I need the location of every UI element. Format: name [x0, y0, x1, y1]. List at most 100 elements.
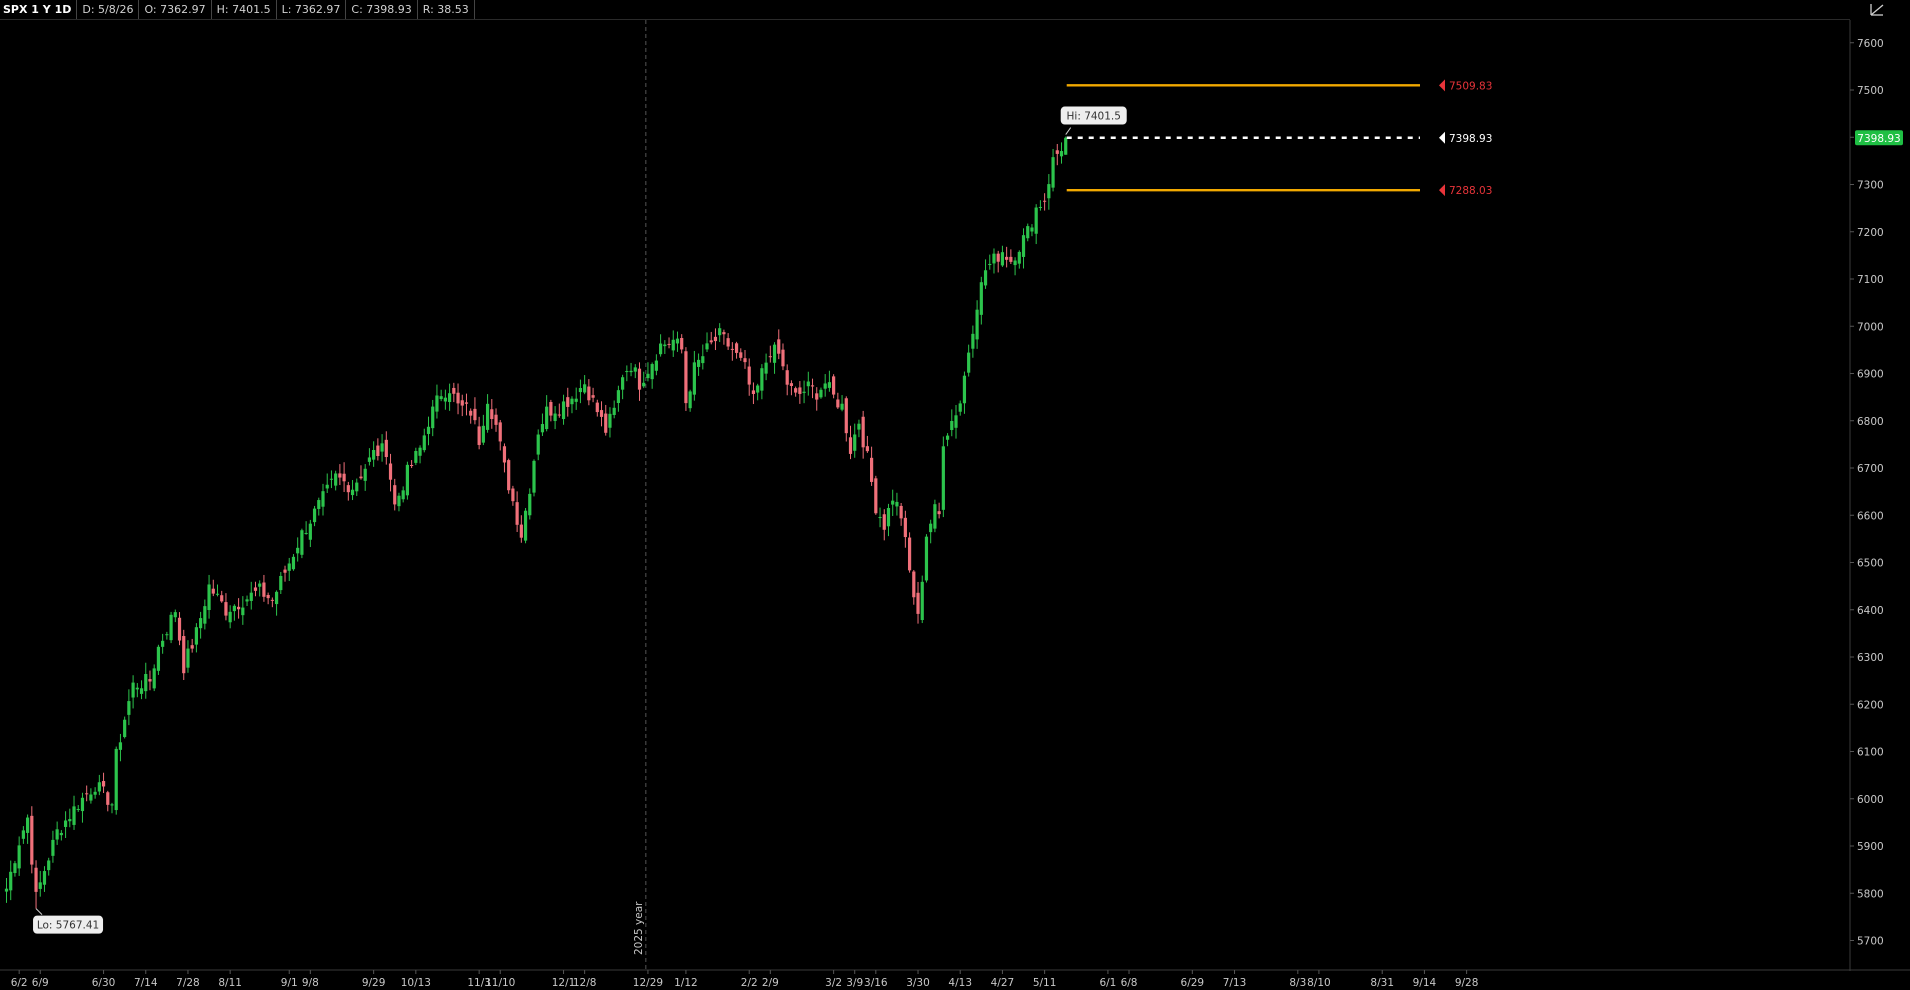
- x-tick-label: 4/27: [991, 977, 1015, 989]
- candle-body: [756, 385, 760, 393]
- candle-body: [485, 403, 490, 430]
- candle-body: [827, 382, 831, 388]
- x-tick-label: 6/30: [92, 977, 116, 989]
- candle-body: [853, 434, 857, 451]
- x-tick-label: 2/2: [741, 977, 758, 989]
- candle-body: [701, 356, 705, 364]
- candlestick-chart[interactable]: 2025 year 7509.83 7398.93 7288.03 Hi: 7401…: [0, 0, 1910, 990]
- hi-lo-annotations: Hi: 7401.5 Lo: 5767.41: [33, 106, 1127, 934]
- candle-body: [1038, 206, 1042, 208]
- candle-body: [971, 333, 975, 349]
- candle-body: [646, 373, 650, 379]
- candle-body: [435, 395, 439, 412]
- candle-body: [540, 424, 545, 433]
- candle-body: [249, 592, 253, 601]
- x-tick-label: 7/28: [176, 977, 200, 989]
- x-tick-label: 8/3: [1289, 977, 1306, 989]
- x-tick-label: 6/9: [32, 977, 49, 989]
- x-tick-label: 10/13: [401, 977, 431, 989]
- x-tick-label: 8/10: [1307, 977, 1331, 989]
- candle-body: [21, 830, 25, 839]
- candle-body: [591, 395, 595, 398]
- candle-body: [464, 402, 469, 404]
- candle-body: [131, 682, 135, 698]
- candle-body: [528, 493, 532, 516]
- time-axis[interactable]: 6/2 6/9 6/30 7/14 7/28 8/11 9/1 9/8 9/29 10/13 11/…: [11, 970, 1479, 989]
- x-tick-label: 9/29: [362, 977, 386, 989]
- candle-body: [38, 882, 42, 889]
- candle-body: [511, 488, 515, 502]
- candle-body: [502, 446, 507, 463]
- candle-body: [9, 871, 13, 891]
- candle-body: [473, 408, 477, 421]
- x-tick-label: 3/16: [864, 977, 888, 989]
- candle-body: [215, 593, 220, 595]
- candle-body: [439, 396, 443, 400]
- y-tick-label: 6100: [1857, 747, 1884, 759]
- candle-body: [241, 607, 245, 616]
- candle-body: [933, 504, 937, 529]
- candle-body: [85, 793, 89, 795]
- candle-body: [671, 339, 675, 351]
- price-axis[interactable]: 5700 5800 5900 6000 6100 6200 6300 6400 6500 6600…: [1850, 38, 1903, 948]
- x-tick-label: 9/28: [1455, 977, 1479, 989]
- y-tick-label: 6500: [1857, 558, 1884, 570]
- candle-body: [861, 416, 865, 448]
- candle-body: [13, 863, 17, 874]
- drawing-tools-icon[interactable]: [1869, 2, 1885, 17]
- candle-body: [76, 808, 80, 810]
- candle-body: [557, 414, 561, 416]
- candle-body: [481, 425, 485, 443]
- candle-body: [26, 817, 30, 833]
- candle-body: [726, 338, 730, 347]
- candle-body: [325, 484, 329, 489]
- candle-body: [355, 482, 359, 492]
- plot-frame: [0, 20, 1910, 971]
- candle-body: [211, 588, 215, 594]
- candle-body: [578, 388, 583, 393]
- candle-body: [996, 253, 1000, 262]
- candle-body: [312, 508, 317, 523]
- x-tick-label: 6/29: [1181, 977, 1205, 989]
- candle-body: [730, 348, 734, 350]
- y-tick-label: 6700: [1857, 463, 1884, 475]
- x-tick-label: 3/2: [825, 977, 842, 989]
- candle-body: [789, 383, 794, 387]
- candle-body: [979, 282, 983, 315]
- candle-body: [794, 388, 798, 393]
- candle-body: [882, 514, 886, 530]
- candle-body: [34, 867, 38, 892]
- candle-body: [810, 385, 815, 387]
- candle-body: [633, 367, 637, 372]
- y-tick-label: 6400: [1857, 605, 1884, 617]
- candle-body: [777, 339, 781, 354]
- candle-body: [410, 465, 414, 467]
- candle-body: [1059, 151, 1064, 157]
- x-tick-label: 8/31: [1370, 977, 1394, 989]
- candle-body: [228, 611, 232, 623]
- candle-body: [621, 377, 625, 390]
- candle-body: [418, 447, 422, 456]
- candle-body: [945, 435, 950, 440]
- candle-body: [177, 617, 182, 641]
- candle-body: [443, 397, 447, 402]
- candle-body: [376, 445, 380, 456]
- candle-body: [194, 627, 198, 645]
- candle-body: [815, 393, 819, 400]
- candle-body: [692, 362, 696, 395]
- lo-leader-line: [35, 908, 43, 916]
- candle-body: [224, 602, 228, 616]
- candle-body: [886, 507, 891, 527]
- candle-body: [819, 389, 823, 398]
- candle-body: [515, 502, 519, 525]
- candle-body: [270, 599, 274, 601]
- candle-body: [329, 478, 334, 480]
- level-arrow-icon: [1439, 79, 1445, 92]
- candle-body: [1051, 157, 1055, 188]
- candle-body: [975, 309, 979, 340]
- candle-body: [823, 383, 827, 389]
- candle-body: [1064, 137, 1068, 155]
- candle-body: [848, 437, 853, 454]
- candle-body: [17, 845, 21, 869]
- candle-body: [401, 490, 405, 500]
